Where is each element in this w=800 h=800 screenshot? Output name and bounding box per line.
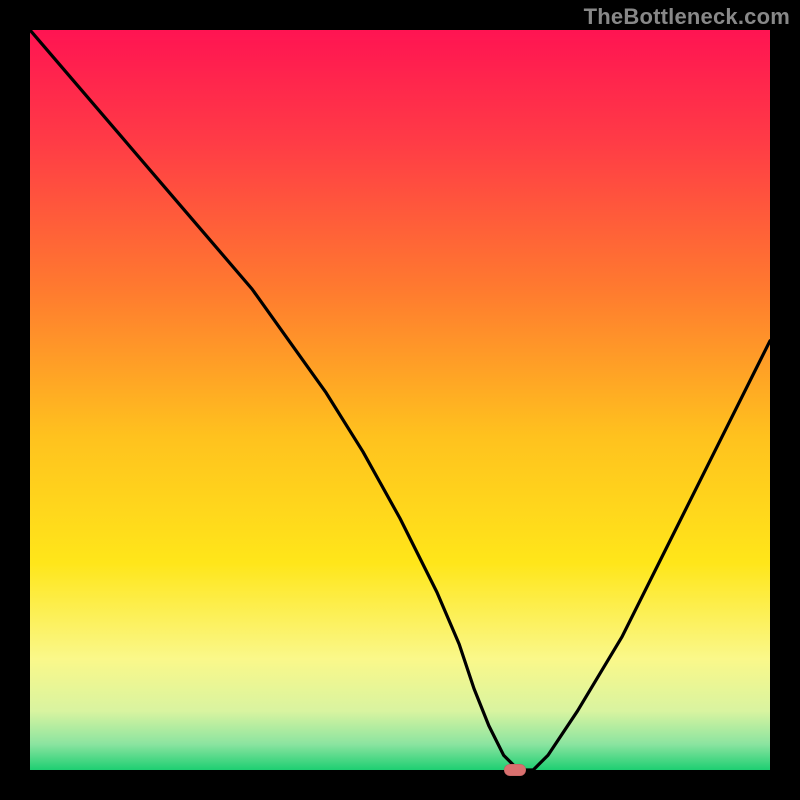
- minimum-marker: [504, 764, 526, 776]
- watermark-text: TheBottleneck.com: [584, 4, 790, 30]
- plot-area: [30, 30, 770, 770]
- bottleneck-curve-path: [30, 30, 770, 770]
- chart-frame: TheBottleneck.com: [0, 0, 800, 800]
- curve-svg: [30, 30, 770, 770]
